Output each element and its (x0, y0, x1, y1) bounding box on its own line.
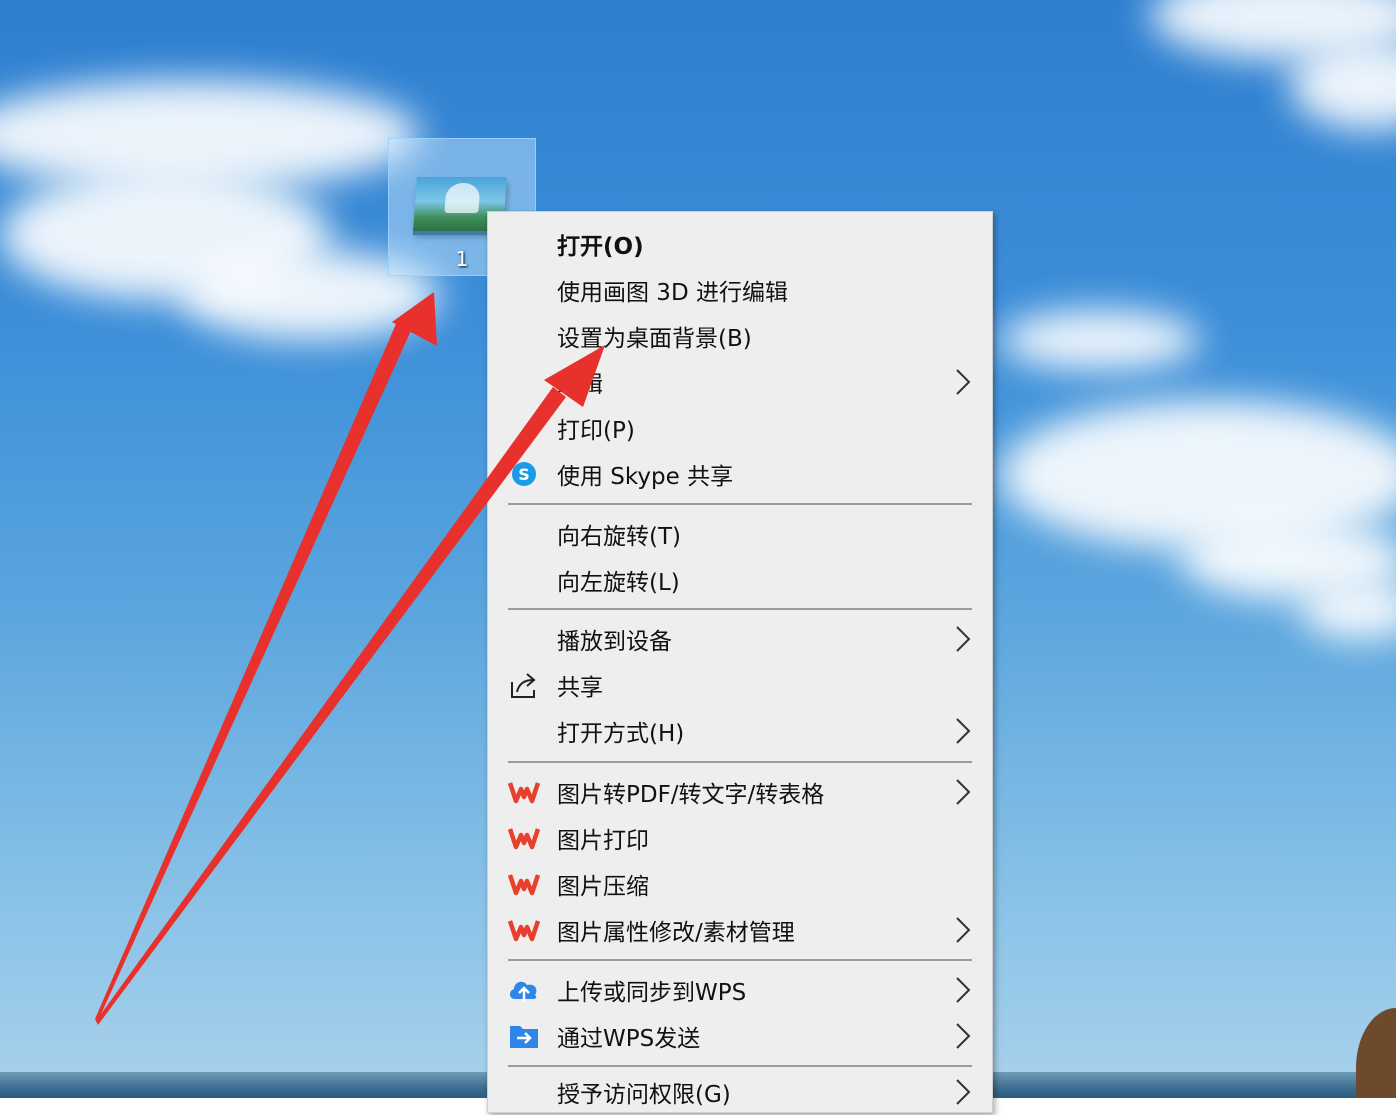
chevron-right-icon (956, 369, 971, 395)
chevron-right-icon (956, 779, 971, 805)
cloud (1300, 580, 1396, 640)
wps-send-icon (507, 1019, 541, 1053)
wps-icon (507, 821, 541, 855)
chevron-right-icon (956, 626, 971, 652)
menu-item-label: 设置为桌面背景(B) (557, 326, 752, 352)
svg-text:S: S (518, 465, 530, 484)
menu-item-edit-paint3d[interactable]: 使用画图 3D 进行编辑 (488, 267, 992, 313)
menu-item-label: 图片转PDF/转文字/转表格 (557, 782, 825, 808)
menu-item-print[interactable]: 打印(P) (488, 405, 992, 451)
menu-item-open[interactable]: 打开(O) (488, 221, 992, 267)
menu-item-wps-image-print[interactable]: 图片打印 (488, 815, 992, 861)
menu-item-label: 向右旋转(T) (557, 524, 681, 550)
menu-separator (508, 503, 972, 505)
wps-cloud-upload-icon (507, 973, 541, 1007)
menu-item-rotate-left[interactable]: 向左旋转(L) (488, 557, 992, 603)
menu-item-label: 图片压缩 (557, 874, 649, 900)
menu-item-label: 使用 Skype 共享 (557, 464, 734, 490)
menu-separator (508, 959, 972, 961)
menu-separator (508, 608, 972, 610)
menu-item-grant-access[interactable]: 授予访问权限(G) (488, 1069, 992, 1115)
menu-item-wps-send[interactable]: 通过WPS发送 (488, 1013, 992, 1059)
menu-item-label: 授予访问权限(G) (557, 1082, 731, 1108)
menu-item-label: 打开方式(H) (557, 721, 685, 747)
menu-item-wps-image-compress[interactable]: 图片压缩 (488, 861, 992, 907)
chevron-right-icon (956, 977, 971, 1003)
menu-item-label: 上传或同步到WPS (557, 980, 747, 1006)
menu-item-edit[interactable]: 编辑 (488, 359, 992, 405)
wps-icon (507, 775, 541, 809)
menu-item-label: 打开(O) (557, 234, 644, 260)
menu-item-wps-image-properties[interactable]: 图片属性修改/素材管理 (488, 907, 992, 953)
menu-item-label: 图片打印 (557, 828, 649, 854)
menu-item-open-with[interactable]: 打开方式(H) (488, 708, 992, 754)
menu-item-label: 打印(P) (557, 418, 635, 444)
chevron-right-icon (956, 1079, 971, 1105)
menu-item-label: 编辑 (557, 372, 603, 398)
wps-icon (507, 867, 541, 901)
cloud (1000, 310, 1200, 370)
menu-item-label: 使用画图 3D 进行编辑 (557, 280, 788, 306)
menu-item-skype-share[interactable]: S 使用 Skype 共享 (488, 451, 992, 497)
menu-item-set-wallpaper[interactable]: 设置为桌面背景(B) (488, 313, 992, 359)
menu-separator (508, 761, 972, 763)
menu-item-wps-upload-sync[interactable]: 上传或同步到WPS (488, 967, 992, 1013)
menu-item-wps-pdf-convert[interactable]: 图片转PDF/转文字/转表格 (488, 769, 992, 815)
wps-icon (507, 913, 541, 947)
menu-item-cast-to-device[interactable]: 播放到设备 (488, 616, 992, 662)
chevron-right-icon (956, 1023, 971, 1049)
menu-item-label: 通过WPS发送 (557, 1026, 701, 1052)
menu-item-share[interactable]: 共享 (488, 662, 992, 708)
menu-item-label: 播放到设备 (557, 629, 672, 655)
context-menu: 打开(O) 使用画图 3D 进行编辑 设置为桌面背景(B) 编辑 打印(P) S… (487, 211, 993, 1113)
rock (1356, 1008, 1396, 1098)
chevron-right-icon (956, 917, 971, 943)
skype-icon: S (507, 457, 541, 491)
menu-item-label: 向左旋转(L) (557, 570, 680, 596)
menu-item-label: 图片属性修改/素材管理 (557, 920, 795, 946)
menu-item-label: 共享 (557, 675, 603, 701)
chevron-right-icon (956, 718, 971, 744)
menu-item-rotate-right[interactable]: 向右旋转(T) (488, 511, 992, 557)
menu-separator (508, 1065, 972, 1067)
share-icon (507, 668, 541, 702)
